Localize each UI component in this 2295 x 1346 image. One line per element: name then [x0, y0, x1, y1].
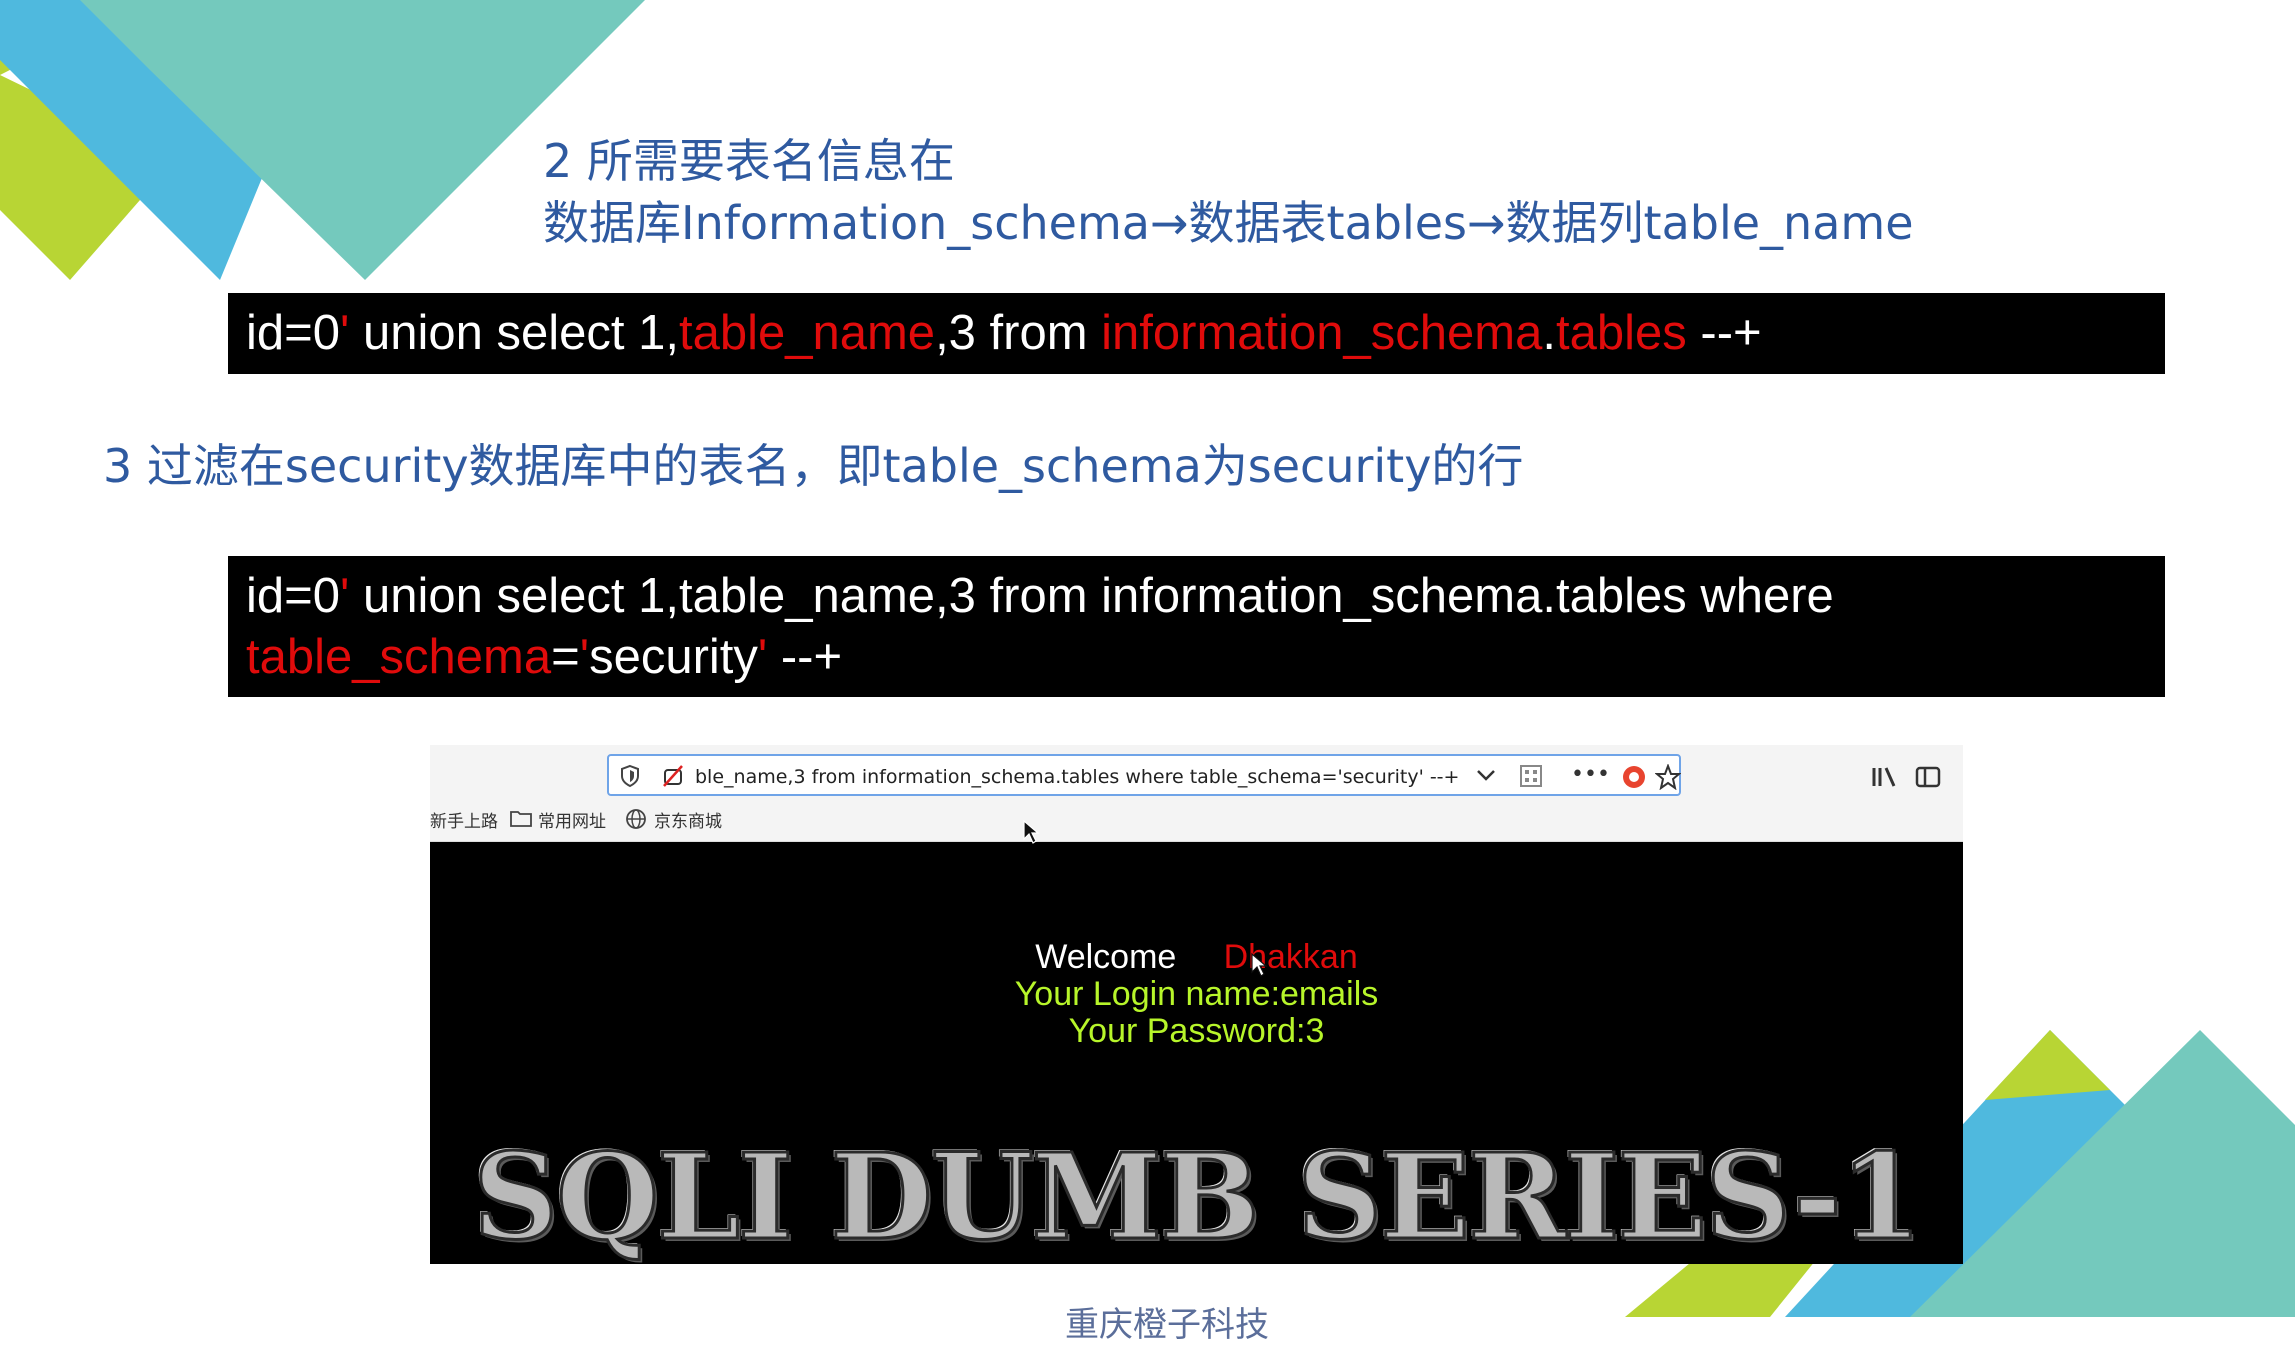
bookmark-newbie[interactable]: 新手上路	[430, 807, 498, 832]
code-highlight-table-name: table_name	[678, 306, 936, 360]
code-block-2: id=0' union select 1,table_name,3 from i…	[228, 556, 2165, 697]
dropdown-icon[interactable]	[1475, 766, 1497, 788]
qr-icon[interactable]	[1519, 764, 1543, 792]
code-highlight-table-schema: table_schema	[246, 630, 552, 684]
code-block-1: id=0' union select 1,table_name,3 from i…	[228, 293, 2165, 374]
url-bar[interactable]: ble_name,3 from information_schema.table…	[607, 754, 1682, 796]
password-line: Your Password:3	[1068, 1012, 1325, 1050]
code-text: union select 1,	[349, 306, 679, 360]
welcome-block: Welcome Dhakkan Your Login name:emails Y…	[430, 939, 1963, 1050]
no-tracking-icon[interactable]	[661, 764, 685, 792]
code-text: ,3 from	[935, 306, 1102, 360]
welcome-line: Welcome Dhakkan	[430, 939, 1963, 976]
code-quote: '	[579, 630, 590, 684]
code-highlight-tables: tables	[1556, 306, 1687, 360]
browser-toolbar: ble_name,3 from information_schema.table…	[430, 745, 1963, 844]
code-quote: '	[757, 630, 768, 684]
code-text: id=0	[246, 306, 341, 360]
section-2-title: 2 所需要表名信息在	[543, 134, 955, 188]
browser-screenshot: ble_name,3 from information_schema.table…	[430, 745, 1963, 1264]
code-text: security	[589, 630, 758, 684]
sqli-banner: SQLI DUMB SERIES-1	[472, 1127, 1924, 1264]
more-icon[interactable]: •••	[1571, 762, 1610, 787]
code-line: id=0' union select 1,table_name,3 from i…	[246, 566, 2165, 627]
sidebar-icon[interactable]	[1914, 765, 1942, 793]
code-text: =	[551, 630, 580, 684]
welcome-name: Dhakkan	[1223, 938, 1358, 976]
globe-icon	[625, 808, 647, 834]
url-text[interactable]: ble_name,3 from information_schema.table…	[695, 766, 1459, 788]
shield-icon[interactable]	[619, 764, 641, 792]
code-text: union select 1,table_name,3 from informa…	[349, 569, 1834, 623]
section-2-path: 数据库Information_schema→数据表tables→数据列table…	[543, 196, 1914, 250]
star-icon[interactable]	[1654, 763, 1682, 794]
code-text: id=0	[246, 569, 341, 623]
folder-icon	[510, 809, 532, 831]
footer-credit: 重庆橙子科技	[1065, 1305, 1269, 1345]
library-icon[interactable]	[1870, 765, 1898, 793]
bookmark-jd[interactable]: 京东商城	[654, 807, 722, 832]
code-highlight-schema: information_schema	[1101, 306, 1543, 360]
pocket-icon[interactable]	[1621, 764, 1647, 794]
bookmark-common-sites[interactable]: 常用网址	[538, 807, 606, 832]
code-line: id=0' union select 1,table_name,3 from i…	[246, 303, 2165, 364]
code-quote: '	[340, 569, 350, 623]
code-comment: --+	[1686, 306, 1762, 360]
code-comment: --+	[767, 630, 843, 684]
mouse-cursor-icon	[1250, 952, 1268, 982]
section-3-title: 3 过滤在security数据库中的表名，即table_schema为secur…	[103, 439, 1524, 493]
code-line: table_schema='security' --+	[246, 627, 2165, 688]
welcome-label: Welcome	[1035, 938, 1177, 976]
login-name-line: Your Login name:emails	[1014, 975, 1379, 1013]
code-quote: '	[340, 306, 350, 360]
mouse-cursor-icon	[1022, 819, 1040, 849]
code-text: .	[1542, 306, 1556, 360]
